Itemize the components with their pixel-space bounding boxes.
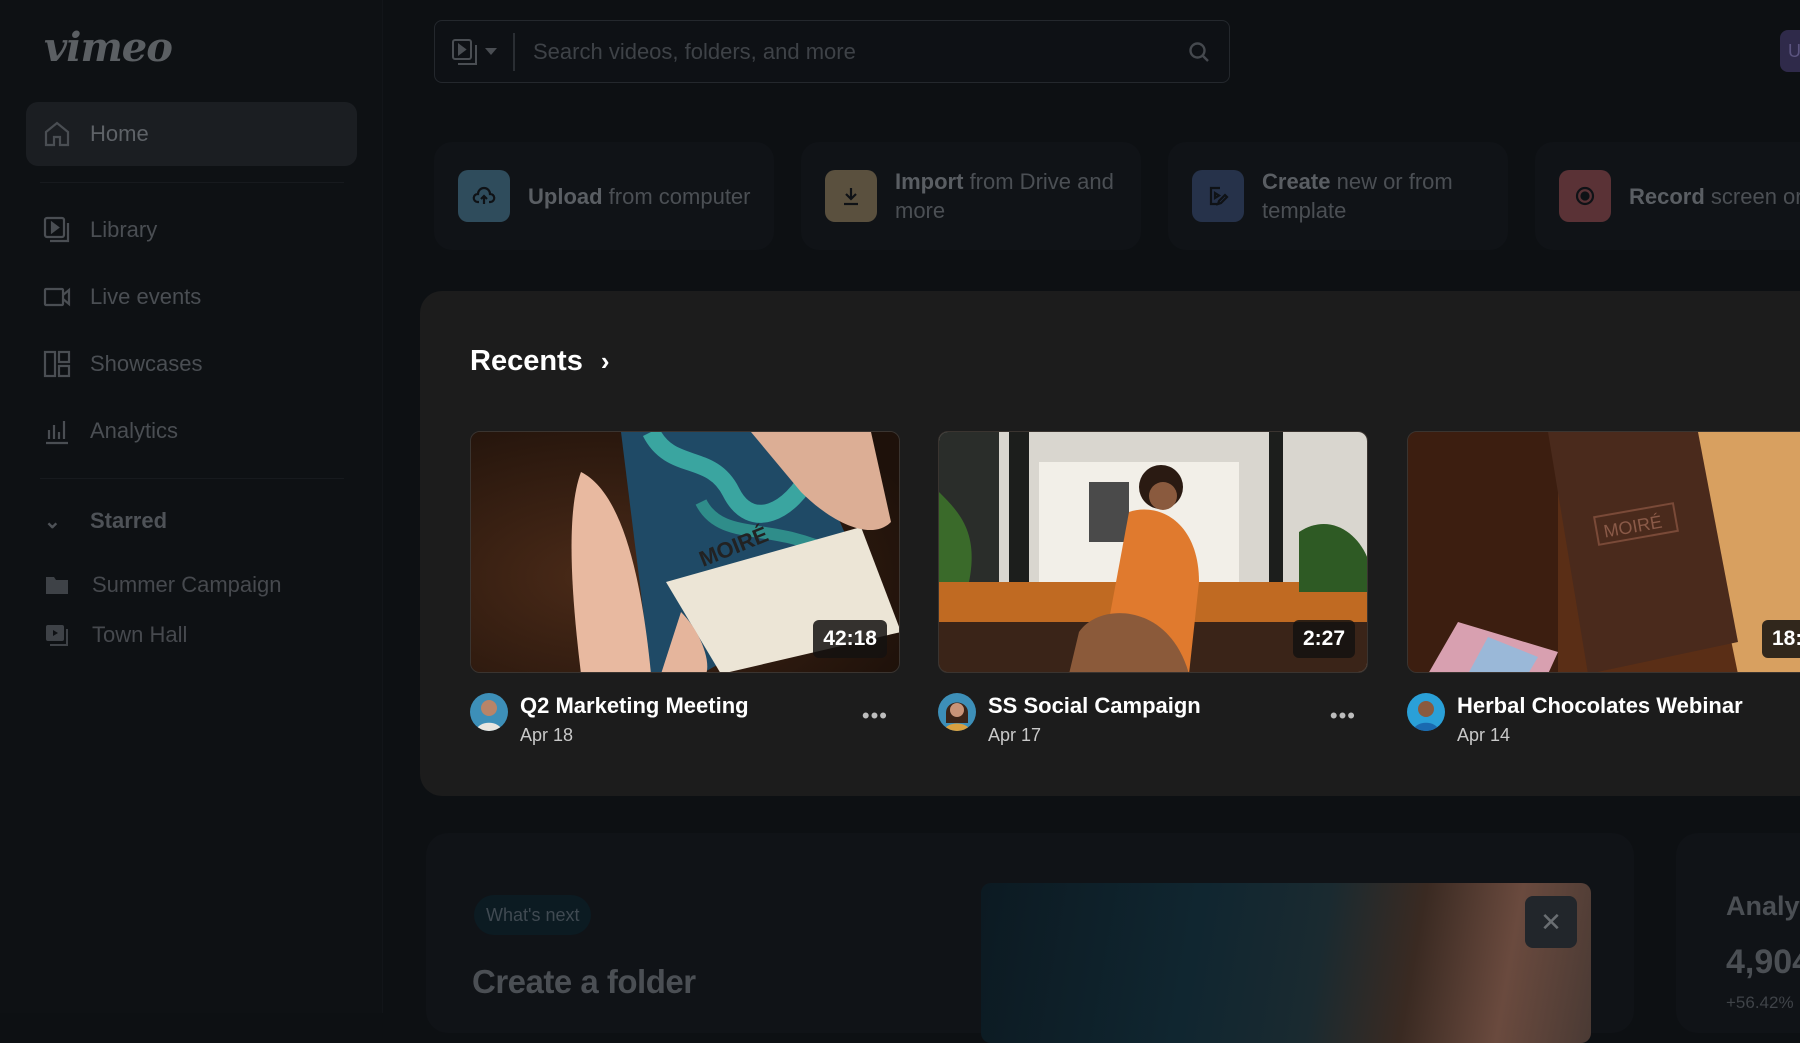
sidebar-item-label: Showcases xyxy=(90,351,203,376)
create-folder-title[interactable]: Create a folder xyxy=(472,963,696,1001)
search-icon xyxy=(1189,41,1209,62)
showcase-icon xyxy=(42,349,72,379)
video-thumbnail[interactable]: MOIRÉ 42:18 xyxy=(470,431,900,673)
video-card: MOIRÉ 42:18 Q2 Marketing Meeting Apr 18 … xyxy=(470,431,900,763)
analytics-delta: +56.42% xyxy=(1726,993,1794,1012)
recents-link[interactable]: Recents › xyxy=(470,345,610,378)
thumbnail-image: MOIRÉ xyxy=(1408,432,1800,672)
video-title[interactable]: Q2 Marketing Meeting xyxy=(520,693,749,719)
camera-icon xyxy=(42,282,72,312)
sidebar-divider xyxy=(40,182,344,183)
folder-icon xyxy=(46,577,68,594)
more-options-icon[interactable]: ••• xyxy=(862,703,888,729)
sidebar-item-analytics[interactable]: Analytics xyxy=(26,399,357,463)
record-action-card[interactable]: Record screen or webcam xyxy=(1535,142,1800,250)
whats-next-pill: What's next xyxy=(474,895,592,935)
vimeo-logo[interactable]: vimeo xyxy=(44,24,173,71)
record-icon xyxy=(1559,170,1611,222)
video-title[interactable]: SS Social Campaign xyxy=(988,693,1201,719)
bar-chart-icon xyxy=(42,416,72,446)
action-bold: Create xyxy=(1262,169,1331,194)
owner-avatar xyxy=(1407,693,1445,731)
video-duration: 42:18 xyxy=(813,620,887,658)
starred-section-toggle[interactable]: ⌄ Starred xyxy=(44,508,167,534)
whats-next-card: What's next Create a folder xyxy=(426,833,1634,1043)
sidebar-item-showcases[interactable]: Showcases xyxy=(26,332,357,396)
sidebar-item-home[interactable]: Home xyxy=(26,102,357,166)
close-icon[interactable]: ✕ xyxy=(1525,896,1577,948)
video-date: Apr 14 xyxy=(1457,725,1511,745)
more-options-icon[interactable]: ••• xyxy=(1330,703,1356,729)
chevron-right-icon: › xyxy=(600,346,610,376)
action-rest: from computer xyxy=(602,183,751,209)
action-bold: Upload xyxy=(528,183,603,209)
video-library-icon xyxy=(46,625,68,646)
owner-avatar xyxy=(470,693,508,731)
video-thumbnail[interactable]: 2:27 xyxy=(938,431,1368,673)
analytics-value: 4,904 xyxy=(1726,943,1800,981)
upload-action-card[interactable]: Upload from computer xyxy=(434,142,774,250)
action-bold: Record xyxy=(1629,183,1705,209)
promo-image xyxy=(981,883,1591,1043)
video-date: Apr 18 xyxy=(520,725,574,745)
library-icon xyxy=(42,215,72,245)
search-scope-dropdown[interactable] xyxy=(435,21,513,82)
sidebar: vimeo Home Library Live events Showcases… xyxy=(0,0,383,1013)
owner-avatar xyxy=(938,693,976,731)
starred-item-label: Summer Campaign xyxy=(92,572,282,597)
starred-item-summer-campaign[interactable]: Summer Campaign xyxy=(44,572,282,598)
starred-item-label: Town Hall xyxy=(92,622,188,647)
analytics-card: Analyt 4,904 +56.42% xyxy=(1676,833,1800,1033)
sidebar-divider xyxy=(40,478,344,479)
recents-title: Recents xyxy=(470,345,583,377)
starred-label: Starred xyxy=(90,508,168,533)
sidebar-item-label: Analytics xyxy=(90,418,179,443)
sidebar-item-live-events[interactable]: Live events xyxy=(26,265,357,329)
search-button[interactable] xyxy=(1169,40,1229,64)
sidebar-item-library[interactable]: Library xyxy=(26,198,357,262)
video-thumbnail[interactable]: MOIRÉ 18:4 xyxy=(1407,431,1800,673)
action-bold: Import xyxy=(895,169,964,194)
upgrade-button[interactable]: U xyxy=(1780,30,1800,72)
video-title[interactable]: Herbal Chocolates Webinar xyxy=(1457,693,1743,719)
import-action-card[interactable]: Import from Drive and more xyxy=(801,142,1141,250)
download-icon xyxy=(825,170,877,222)
action-rest: screen or webcam xyxy=(1710,183,1800,209)
sidebar-item-label: Live events xyxy=(90,284,202,309)
video-card: MOIRÉ 18:4 Herbal Chocolates Webinar Apr… xyxy=(1407,431,1800,763)
chevron-down-icon: ⌄ xyxy=(44,510,61,533)
sidebar-item-label: Library xyxy=(90,217,158,242)
video-duration: 18:4 xyxy=(1761,620,1800,658)
create-edit-icon xyxy=(1192,170,1244,222)
video-duration: 2:27 xyxy=(1292,620,1355,658)
starred-item-town-hall[interactable]: Town Hall xyxy=(44,622,187,648)
video-card: 2:27 SS Social Campaign Apr 17 ••• xyxy=(938,431,1368,763)
caret-down-icon xyxy=(485,48,497,55)
home-icon xyxy=(42,119,72,149)
create-action-card[interactable]: Create new or from template xyxy=(1168,142,1508,250)
library-icon xyxy=(452,38,477,65)
video-date: Apr 17 xyxy=(988,725,1042,745)
analytics-card-title: Analyt xyxy=(1726,891,1800,921)
recents-panel: Recents › MOIRÉ 42:18 Q2 Marketing Meeti… xyxy=(420,291,1800,796)
search-input[interactable] xyxy=(515,38,1169,65)
upload-cloud-icon xyxy=(458,170,510,222)
search-bar xyxy=(434,20,1230,83)
sidebar-item-label: Home xyxy=(90,121,149,146)
